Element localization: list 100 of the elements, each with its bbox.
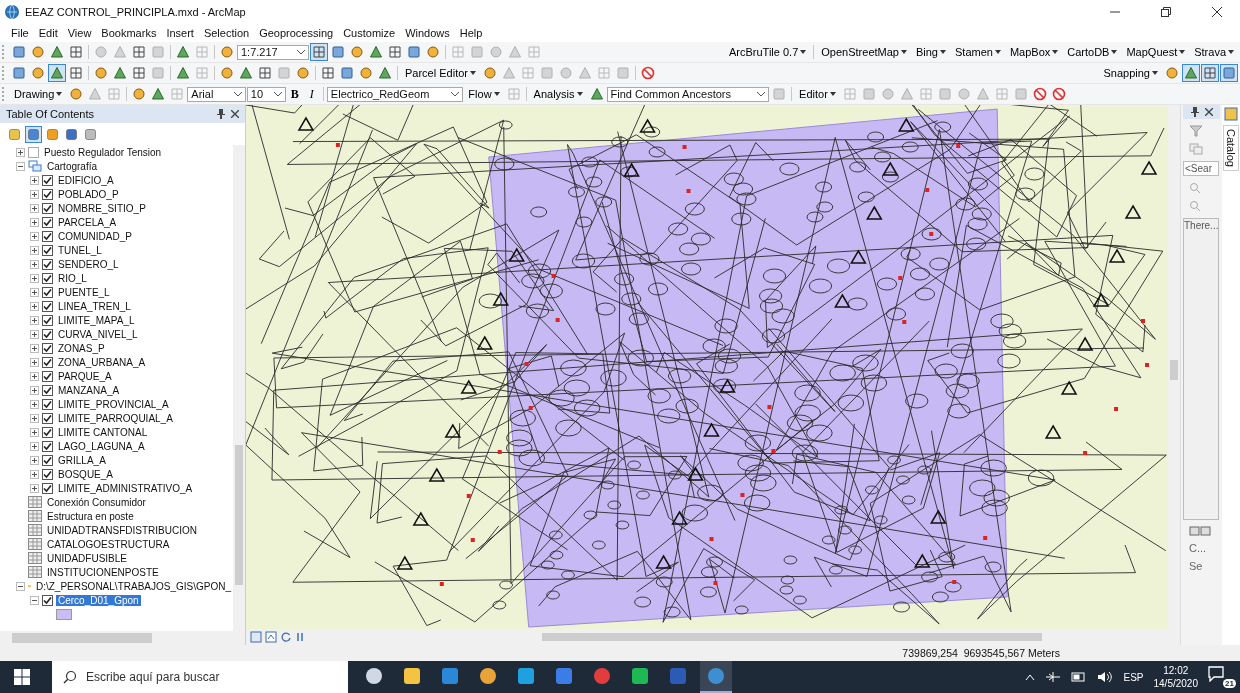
bold-button[interactable]: B [286, 86, 303, 102]
catalog-tab[interactable]: Catalog [1223, 125, 1239, 171]
expand-toggle[interactable] [30, 427, 39, 437]
layer-checkbox[interactable] [42, 342, 53, 354]
panel-tab[interactable]: C... [1183, 542, 1207, 554]
expand-toggle[interactable] [30, 217, 39, 227]
layer-checkbox[interactable] [42, 258, 53, 270]
circle-icon[interactable] [218, 43, 236, 61]
toolbar-menu[interactable]: Drawing [10, 85, 67, 103]
layer-name[interactable]: POBLADO_P [56, 188, 121, 200]
table-name[interactable]: Conexión Consumidor [45, 496, 148, 508]
menu-item[interactable]: Help [454, 27, 488, 39]
layer-name[interactable]: LIMITE_PROVINCIAL_A [56, 398, 171, 410]
expand-toggle[interactable] [30, 413, 39, 423]
combo-box[interactable]: 1:7.217 [237, 44, 309, 60]
refresh-icon[interactable] [280, 631, 292, 643]
grid-icon[interactable] [1201, 64, 1219, 82]
layer-checkbox[interactable] [42, 286, 53, 298]
triangle-icon[interactable] [174, 43, 192, 61]
layer-checkbox[interactable] [42, 384, 53, 396]
expand-toggle[interactable] [30, 483, 39, 493]
expand-toggle[interactable] [30, 371, 39, 381]
toolbar-menu[interactable]: MapBox [1005, 43, 1063, 61]
layer-name[interactable]: CURVA_NIVEL_L [56, 328, 140, 340]
menu-item[interactable]: Geoprocessing [254, 27, 339, 39]
combo-box[interactable]: Find Common Ancestors [606, 86, 770, 102]
expand-toggle[interactable] [30, 231, 39, 241]
menu-item[interactable]: Edit [33, 27, 63, 39]
grid-icon[interactable] [67, 64, 85, 82]
layer-checkbox[interactable] [42, 440, 53, 452]
layer-checkbox[interactable] [42, 412, 53, 424]
expand-toggle[interactable] [30, 189, 39, 199]
expand-toggle[interactable] [30, 287, 39, 297]
expand-toggle[interactable] [16, 147, 25, 157]
triangle-icon[interactable] [48, 43, 66, 61]
scrollbar[interactable] [0, 631, 245, 645]
layer-name[interactable]: COMUNIDAD_P [56, 230, 134, 242]
pause-icon[interactable] [295, 631, 305, 643]
search-field[interactable]: <Sear [1183, 161, 1219, 176]
layer-name[interactable]: LAGO_LAGUNA_A [56, 440, 147, 452]
clock-date[interactable]: 14/5/2020 [1153, 677, 1198, 690]
layer-name[interactable]: LINEA_TREN_L [56, 300, 133, 312]
windows-logo-icon[interactable] [14, 669, 30, 685]
expand-toggle[interactable] [30, 399, 39, 409]
folder-path[interactable]: D:\Z_PERSONAL\TRABAJOS_GIS\GPON_ [33, 580, 233, 592]
combo-box[interactable]: Electrico_RedGeom [326, 86, 464, 102]
layer-checkbox[interactable] [42, 244, 53, 256]
close-icon[interactable] [1205, 108, 1213, 116]
layer-name[interactable]: TUNEL_L [56, 244, 104, 256]
layer-name[interactable]: GRILLA_A [56, 454, 108, 466]
layer-checkbox[interactable] [42, 328, 53, 340]
expand-toggle[interactable] [30, 273, 39, 283]
speaker-icon[interactable] [1097, 671, 1114, 683]
layer-checkbox[interactable] [28, 146, 39, 158]
app-icon[interactable] [700, 661, 732, 693]
expand-toggle[interactable] [30, 301, 39, 311]
layer-name[interactable]: PARQUE_A [56, 370, 114, 382]
grid-icon[interactable] [319, 64, 337, 82]
layer-name[interactable]: LIMITE_MAPA_L [56, 314, 137, 326]
menu-item[interactable]: Customize [338, 27, 401, 39]
close-icon[interactable] [231, 110, 239, 118]
layer-name[interactable]: ZONAS_P [56, 342, 107, 354]
notification-button[interactable]: 21 [1208, 666, 1234, 688]
layer-checkbox[interactable] [42, 594, 53, 606]
layer-checkbox[interactable] [42, 300, 53, 312]
table-name[interactable]: CATALOGOESTRUCTURA [45, 538, 172, 550]
scrollbar[interactable] [233, 145, 245, 631]
layer-name[interactable]: PARCELA_A [56, 216, 119, 228]
square-icon[interactable] [10, 43, 28, 61]
expand-toggle[interactable] [30, 385, 39, 395]
circle-icon[interactable] [218, 64, 236, 82]
expand-toggle[interactable] [30, 259, 39, 269]
layer-name[interactable]: ZONA_URBANA_A [56, 356, 148, 368]
menu-item[interactable]: Bookmarks [96, 27, 162, 39]
grid-icon[interactable] [309, 43, 328, 61]
menu-item[interactable]: View [62, 27, 97, 39]
triangle-icon[interactable] [48, 64, 66, 82]
panel-tab[interactable]: Se [1183, 560, 1203, 572]
pin-icon[interactable] [1191, 107, 1199, 117]
table-name[interactable]: UNIDADTRANSFDISTRIBUCION [45, 524, 199, 536]
collapse-toggle[interactable] [16, 161, 25, 171]
layer-checkbox[interactable] [42, 202, 53, 214]
toolbar-menu[interactable]: Snapping [1099, 64, 1162, 82]
toolbar-menu[interactable]: OpenStreetMap [817, 43, 911, 61]
toolbar-menu[interactable]: Editor [795, 85, 840, 103]
toolbar-menu[interactable]: Parcel Editor [401, 64, 480, 82]
no-entry-icon[interactable] [639, 64, 657, 82]
combo-box[interactable]: Arial [187, 86, 246, 102]
square-icon[interactable] [10, 64, 28, 82]
layer-name[interactable]: LIMITE CANTONAL [56, 426, 150, 438]
toolbar-menu[interactable]: Analysis [529, 85, 587, 103]
group-name[interactable]: Cartografía [45, 160, 100, 172]
collapse-toggle[interactable] [16, 581, 25, 591]
table-name[interactable]: UNIDADFUSIBLE [45, 552, 129, 564]
map-drawing[interactable] [246, 105, 1168, 629]
layer-checkbox[interactable] [42, 468, 53, 480]
square-icon[interactable] [1220, 64, 1238, 82]
list-by-source-icon[interactable] [25, 125, 42, 143]
triangle-icon[interactable] [376, 64, 394, 82]
battery-icon[interactable] [1071, 672, 1088, 682]
